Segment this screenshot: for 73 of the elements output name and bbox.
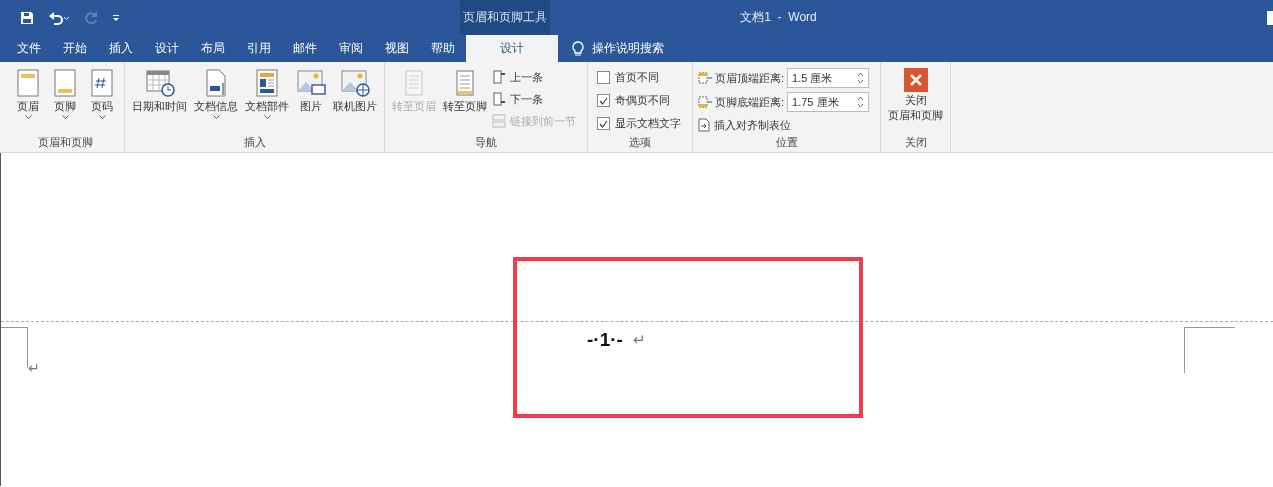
group-label: 位置 [774,135,799,150]
spinner-arrows-icon[interactable] [857,72,865,84]
checkbox-box[interactable] [597,117,610,130]
image-icon [296,68,326,98]
group-label: 选项 [628,135,652,150]
link-icon [492,114,506,128]
checkbox[interactable]: 首页不同 [593,68,681,87]
undo-icon[interactable] [48,10,70,25]
margin-icon [698,72,712,84]
ribbon-tab[interactable]: 设计 [144,35,190,62]
checkbox[interactable]: 显示文档文字 [593,114,681,133]
ribbon-tab[interactable]: 视图 [374,35,420,62]
ribbon-button[interactable]: 文档信息 [192,68,240,119]
spin-field[interactable]: 1.75 厘米 [787,92,870,112]
group-label: 关闭 [903,135,928,150]
caret-icon [98,115,106,119]
spin-field[interactable]: 1.5 厘米 [787,68,870,88]
ribbon-button[interactable]: 联机图片 [331,68,379,119]
caret-icon [61,115,69,119]
page-number: -·1·- [587,329,623,351]
ribbon-tab[interactable]: 开始 [52,35,98,62]
group-label: 导航 [474,135,498,150]
ribbon-tab[interactable]: 设计 [466,35,558,62]
checkbox[interactable]: 奇偶页不同 [593,91,681,110]
checkbox-label: 显示文档文字 [615,116,681,131]
checkbox-box[interactable] [597,94,610,107]
ribbon-tab[interactable]: 邮件 [282,35,328,62]
ribbon-tab[interactable]: 帮助 [420,35,466,62]
margin-icon [698,96,712,108]
ribbon-tab[interactable]: 审阅 [328,35,374,62]
spinner-arrows-icon[interactable] [857,96,865,108]
ribbon-button[interactable]: 页脚 [48,68,82,119]
field-label: 页脚底端距离: [715,94,785,110]
margin-corner-mark [1,327,28,368]
calendar-icon [144,68,175,98]
tell-me-search-field[interactable]: 操作说明搜索 [592,40,664,57]
margin-corner-mark [1184,327,1235,373]
window-title: 文档1 - Word [740,9,817,26]
caret-icon [212,115,220,119]
paragraph-mark: ↵ [28,360,40,376]
ribbon-button[interactable]: 转至页脚 [441,68,489,119]
ribbon-button[interactable]: 上一条 [492,68,576,86]
ribbon-button[interactable]: 插入对齐制表位 [698,116,870,134]
ribbon-tab[interactable]: 插入 [98,35,144,62]
ribbon-button[interactable]: 页码 [85,68,119,119]
ribbon-button[interactable]: 下一条 [492,90,576,108]
ribbon-button[interactable]: 文档部件 [243,68,291,119]
caret-icon [263,115,271,119]
group-label: 页眉和页脚 [36,135,94,150]
ribbon-button[interactable]: 图片 [294,68,328,119]
field-label: 页眉顶端距离: [715,70,785,86]
lightbulb-icon [572,40,584,57]
save-icon[interactable] [20,10,34,25]
window-control-icon[interactable] [1267,10,1273,25]
close-icon [903,68,928,92]
checkbox-label: 首页不同 [615,70,659,85]
paragraph-mark: ↵ [632,331,646,349]
tab-stop-icon [698,118,710,132]
ribbon-tab[interactable]: 布局 [190,35,236,62]
checkbox-box[interactable] [597,71,610,84]
ribbon-button[interactable]: 页眉 [11,68,45,119]
page-arrow-icon [492,70,506,84]
checkbox-label: 奇偶页不同 [615,93,670,108]
group-label: 插入 [242,135,267,150]
ribbon-button[interactable]: 日期和时间 [130,68,189,119]
page-arrow-icon [492,92,506,106]
close-header-footer-button[interactable]: 关闭 页眉和页脚 [886,68,946,122]
context-tab-group-label: 页眉和页脚工具 [460,0,550,35]
ribbon-tab[interactable]: 文件 [6,35,52,62]
ribbon-tab[interactable]: 引用 [236,35,282,62]
customize-toolbar-icon[interactable] [112,13,120,22]
online-image-icon [340,68,370,98]
caret-icon [24,115,32,119]
